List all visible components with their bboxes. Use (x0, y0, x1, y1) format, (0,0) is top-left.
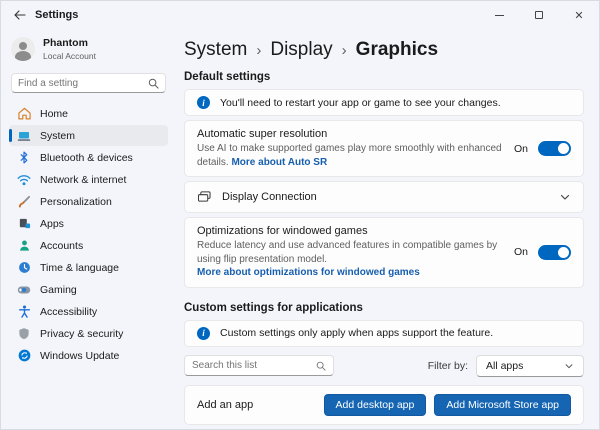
sidebar-item-label: Apps (40, 218, 64, 230)
auto-sr-toggle-state: On (514, 143, 528, 155)
home-icon (17, 107, 31, 121)
search-list-input[interactable] (192, 360, 316, 371)
breadcrumb-display[interactable]: Display (270, 39, 332, 61)
custom-settings-heading: Custom settings for applications (184, 302, 584, 314)
default-settings-heading: Default settings (184, 71, 584, 83)
back-button[interactable] (5, 8, 35, 23)
time-language-icon (17, 261, 31, 275)
breadcrumb: System › Display › Graphics (184, 39, 584, 61)
sidebar-item-accounts[interactable]: Accounts (9, 235, 168, 256)
banner-text: Custom settings only apply when apps sup… (220, 327, 493, 339)
display-connection-card[interactable]: Display Connection (184, 181, 584, 213)
accessibility-icon (17, 305, 31, 319)
add-app-label: Add an app (197, 399, 316, 411)
sidebar-item-label: Accounts (40, 240, 83, 252)
sidebar-item-label: Gaming (40, 284, 77, 296)
sidebar-item-privacy[interactable]: Privacy & security (9, 323, 168, 344)
breadcrumb-separator: › (256, 42, 261, 59)
chevron-down-icon[interactable] (559, 191, 571, 203)
find-setting-searchbox[interactable] (11, 73, 166, 93)
privacy-shield-icon (17, 327, 31, 341)
close-button[interactable]: ✕ (559, 1, 599, 29)
bluetooth-icon (17, 151, 31, 165)
search-icon (148, 78, 159, 89)
windows-update-icon (17, 349, 31, 363)
sidebar-item-label: System (40, 130, 75, 142)
list-controls: Filter by: All apps (184, 355, 584, 377)
apps-icon (17, 217, 31, 231)
info-icon: i (197, 327, 210, 340)
sidebar-item-personalization[interactable]: Personalization (9, 191, 168, 212)
display-connection-icon (197, 191, 212, 203)
close-icon: ✕ (574, 9, 583, 22)
windowed-games-title: Optimizations for windowed games (197, 225, 502, 237)
sidebar-item-label: Bluetooth & devices (40, 152, 133, 164)
auto-sr-toggle[interactable] (538, 141, 571, 156)
sidebar-item-time-language[interactable]: Time & language (9, 257, 168, 278)
page-title: Graphics (356, 39, 438, 61)
minimize-icon (495, 15, 504, 16)
account-type: Local Account (43, 51, 96, 61)
windowed-games-link[interactable]: More about optimizations for windowed ga… (197, 267, 420, 278)
avatar (11, 37, 35, 61)
banner-text: You'll need to restart your app or game … (220, 97, 501, 109)
maximize-button[interactable] (519, 1, 559, 29)
chevron-down-icon (564, 361, 574, 371)
settings-window: Settings ✕ Phantom Local Account Home (0, 0, 600, 430)
main-content: System › Display › Graphics Default sett… (176, 29, 599, 429)
breadcrumb-separator: › (342, 42, 347, 59)
personalization-icon (17, 195, 31, 209)
search-list-box[interactable] (184, 355, 334, 376)
sidebar-item-label: Windows Update (40, 350, 119, 362)
sidebar-item-label: Accessibility (40, 306, 97, 318)
find-setting-input[interactable] (18, 78, 148, 89)
sidebar-item-home[interactable]: Home (9, 103, 168, 124)
sidebar-item-accessibility[interactable]: Accessibility (9, 301, 168, 322)
display-connection-title: Display Connection (222, 191, 549, 203)
gaming-icon (17, 283, 31, 297)
sidebar-item-label: Personalization (40, 196, 112, 208)
titlebar: Settings ✕ (1, 1, 599, 29)
filter-by-label: Filter by: (428, 360, 468, 372)
minimize-button[interactable] (479, 1, 519, 29)
sidebar-item-label: Home (40, 108, 68, 120)
auto-sr-card: Automatic super resolution Use AI to mak… (184, 120, 584, 177)
auto-sr-title: Automatic super resolution (197, 128, 502, 140)
windowed-games-description: Reduce latency and use advanced features… (197, 240, 497, 265)
sidebar: Phantom Local Account Home System Blueto… (1, 29, 176, 429)
auto-sr-link[interactable]: More about Auto SR (231, 157, 327, 168)
back-arrow-icon (14, 10, 26, 20)
custom-settings-info-banner: i Custom settings only apply when apps s… (184, 320, 584, 347)
filter-value: All apps (486, 360, 523, 372)
windowed-games-toggle[interactable] (538, 245, 571, 260)
add-desktop-app-button[interactable]: Add desktop app (324, 394, 427, 416)
accounts-icon (17, 239, 31, 253)
sidebar-item-label: Privacy & security (40, 328, 123, 340)
sidebar-item-gaming[interactable]: Gaming (9, 279, 168, 300)
breadcrumb-system[interactable]: System (184, 39, 247, 61)
sidebar-item-apps[interactable]: Apps (9, 213, 168, 234)
windowed-games-toggle-state: On (514, 246, 528, 258)
system-icon (17, 129, 31, 143)
account-card[interactable]: Phantom Local Account (9, 33, 168, 71)
sidebar-item-system[interactable]: System (9, 125, 168, 146)
sidebar-item-network[interactable]: Network & internet (9, 169, 168, 190)
windowed-games-card: Optimizations for windowed games Reduce … (184, 217, 584, 288)
search-icon (316, 361, 326, 371)
filter-dropdown[interactable]: All apps (476, 355, 584, 377)
sidebar-item-bluetooth[interactable]: Bluetooth & devices (9, 147, 168, 168)
window-title: Settings (35, 9, 78, 21)
sidebar-item-label: Network & internet (40, 174, 126, 186)
account-name: Phantom (43, 37, 96, 50)
add-app-card: Add an app Add desktop app Add Microsoft… (184, 385, 584, 425)
network-icon (17, 173, 31, 187)
add-store-app-button[interactable]: Add Microsoft Store app (434, 394, 571, 416)
sidebar-item-windows-update[interactable]: Windows Update (9, 345, 168, 366)
info-icon: i (197, 96, 210, 109)
sidebar-item-label: Time & language (40, 262, 119, 274)
restart-info-banner: i You'll need to restart your app or gam… (184, 89, 584, 116)
maximize-icon (535, 11, 543, 19)
